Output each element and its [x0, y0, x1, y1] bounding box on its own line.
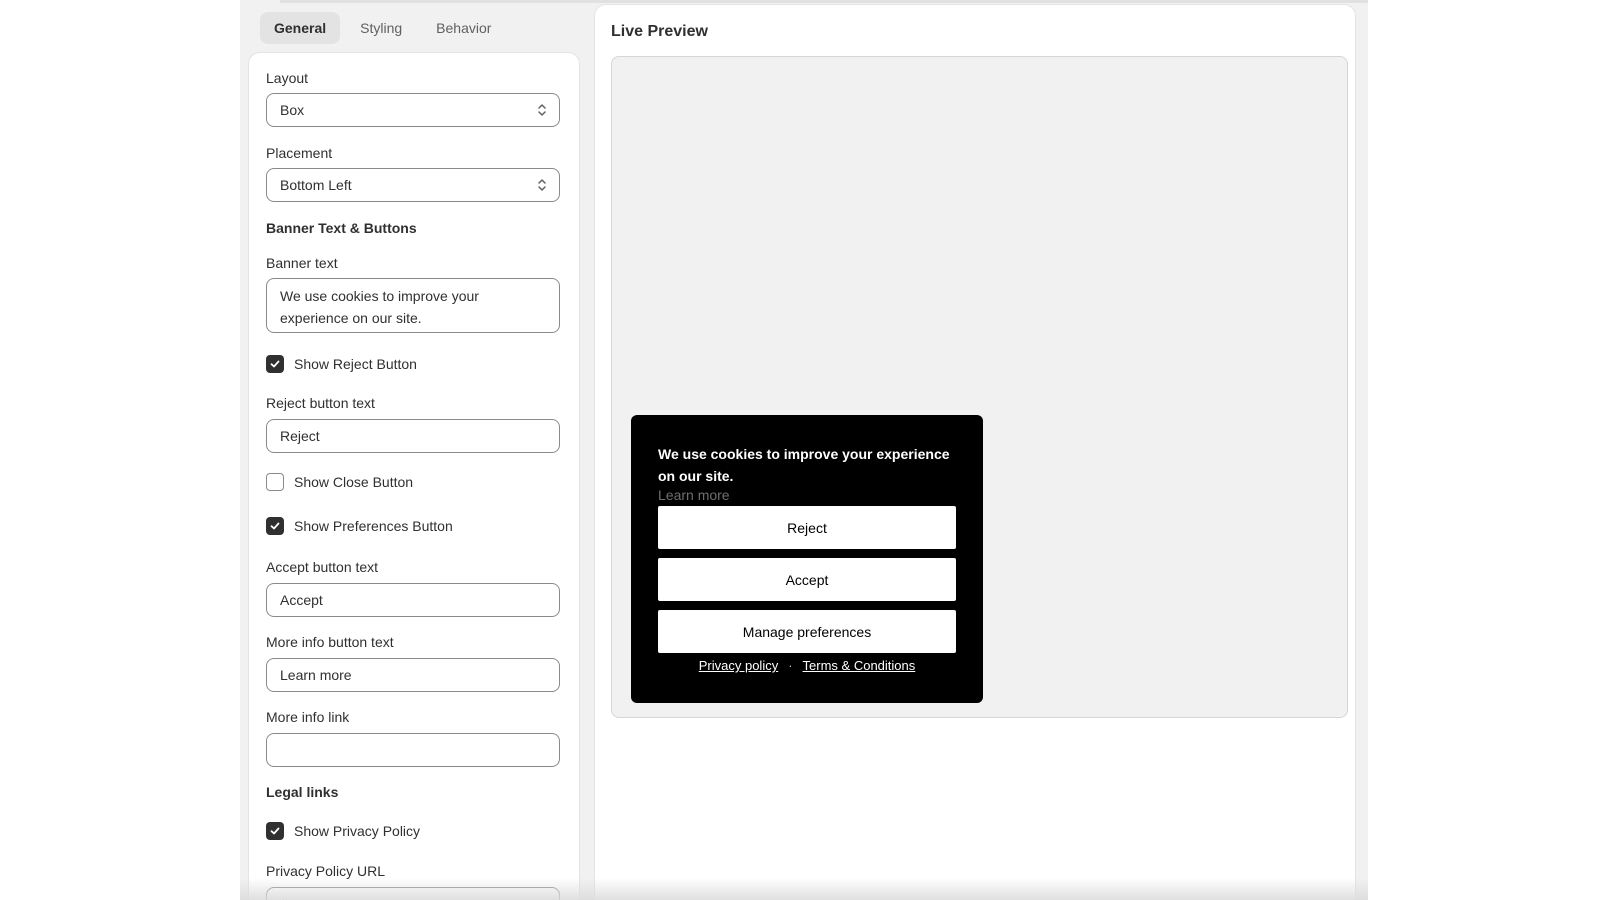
legal-links: Privacy policy · Terms & Conditions: [631, 658, 983, 673]
layout-select[interactable]: Box: [266, 93, 560, 127]
tab-behavior[interactable]: Behavior: [422, 12, 505, 44]
show-preferences-checkbox-row[interactable]: Show Preferences Button: [266, 517, 453, 535]
reject-text-input[interactable]: Reject: [266, 419, 560, 453]
more-info-text-value: Learn more: [280, 667, 352, 683]
privacy-policy-link[interactable]: Privacy policy: [699, 658, 778, 673]
layout-label: Layout: [266, 70, 309, 86]
accept-text-value: Accept: [280, 592, 323, 608]
reject-text-label: Reject button text: [266, 395, 375, 411]
more-info-text-input[interactable]: Learn more: [266, 658, 560, 692]
checkbox-unchecked-icon[interactable]: [266, 473, 284, 491]
show-privacy-label: Show Privacy Policy: [294, 823, 421, 839]
section-title-banner: Banner Text & Buttons: [266, 220, 417, 236]
checkbox-checked-icon[interactable]: [266, 517, 284, 535]
more-info-text-label: More info button text: [266, 634, 394, 650]
banner-text-field[interactable]: We use cookies to improve your experienc…: [266, 278, 560, 333]
more-info-link-label: More info link: [266, 709, 350, 725]
cookie-banner-preview: We use cookies to improve your experienc…: [631, 415, 983, 703]
reject-button[interactable]: Reject: [658, 506, 956, 549]
reject-text-value: Reject: [280, 428, 320, 444]
show-close-checkbox-row[interactable]: Show Close Button: [266, 473, 413, 491]
app-window: General Styling Behavior Layout Box Plac…: [240, 0, 1368, 900]
show-reject-checkbox-row[interactable]: Show Reject Button: [266, 355, 417, 373]
learn-more-link[interactable]: Learn more: [658, 487, 730, 503]
checkbox-checked-icon[interactable]: [266, 822, 284, 840]
banner-text-label: Banner text: [266, 255, 338, 271]
preview-canvas: We use cookies to improve your experienc…: [611, 56, 1348, 718]
accept-text-input[interactable]: Accept: [266, 583, 560, 617]
show-reject-label: Show Reject Button: [294, 356, 417, 372]
layout-select-value: Box: [280, 102, 305, 118]
placement-select[interactable]: Bottom Left: [266, 168, 560, 202]
show-preferences-label: Show Preferences Button: [294, 518, 453, 534]
placement-label: Placement: [266, 145, 333, 161]
placement-select-value: Bottom Left: [280, 177, 352, 193]
top-divider: [280, 0, 1368, 3]
tab-styling[interactable]: Styling: [346, 12, 416, 44]
settings-tabs: General Styling Behavior: [260, 12, 505, 44]
select-chevron-icon: [538, 104, 546, 116]
accept-text-label: Accept button text: [266, 559, 379, 575]
preview-panel: Live Preview We use cookies to improve y…: [594, 4, 1356, 900]
tab-general[interactable]: General: [260, 12, 341, 44]
show-close-label: Show Close Button: [294, 474, 414, 490]
terms-link[interactable]: Terms & Conditions: [803, 658, 916, 673]
bottom-scroll-shadow: [240, 878, 1368, 900]
privacy-url-label: Privacy Policy URL: [266, 863, 386, 879]
banner-message: We use cookies to improve your experienc…: [658, 446, 950, 484]
preview-title: Live Preview: [611, 23, 708, 40]
show-privacy-checkbox-row[interactable]: Show Privacy Policy: [266, 822, 420, 840]
more-info-link-input[interactable]: [266, 733, 560, 767]
checkbox-checked-icon[interactable]: [266, 355, 284, 373]
link-separator: ·: [788, 658, 793, 673]
accept-button[interactable]: Accept: [658, 558, 956, 601]
select-chevron-icon: [538, 179, 546, 191]
section-title-legal: Legal links: [266, 784, 339, 800]
manage-preferences-button[interactable]: Manage preferences: [658, 610, 956, 653]
settings-panel: Layout Box Placement Bottom Left Banner …: [248, 52, 580, 900]
